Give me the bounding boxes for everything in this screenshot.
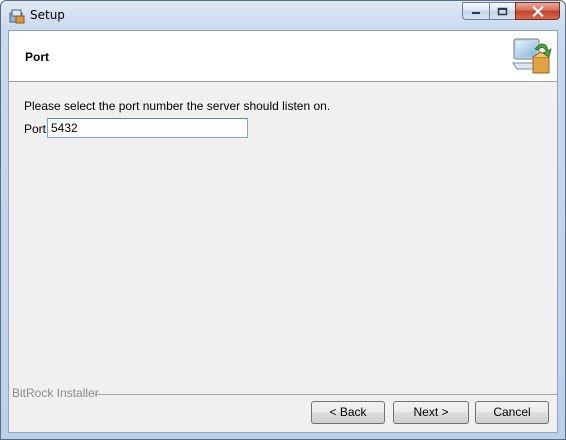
maximize-icon (497, 7, 508, 15)
close-button[interactable] (515, 2, 560, 20)
setup-window: Setup Port Please select the port number… (0, 0, 566, 440)
wizard-header: Port (9, 31, 557, 82)
page-title: Port (25, 50, 49, 64)
wizard-body: Port Please select the port number the s… (8, 30, 558, 433)
minimize-icon (472, 12, 480, 14)
minimize-button[interactable] (462, 2, 489, 20)
back-button[interactable]: < Back (311, 401, 385, 424)
title-bar[interactable]: Setup (1, 1, 565, 30)
instruction-text: Please select the port number the server… (24, 99, 331, 113)
port-label: Port (24, 122, 47, 136)
port-field[interactable] (47, 118, 248, 138)
divider (94, 394, 557, 395)
footer-separator: BitRock Installer (9, 386, 557, 400)
setup-app-icon (9, 8, 25, 24)
maximize-button[interactable] (489, 2, 515, 20)
window-title: Setup (30, 8, 65, 22)
caption-buttons (462, 2, 560, 21)
computer-install-icon (511, 35, 553, 77)
installer-brand: BitRock Installer (12, 386, 101, 400)
cancel-button[interactable]: Cancel (475, 401, 549, 424)
close-icon (531, 5, 544, 17)
next-button[interactable]: Next > (393, 401, 469, 424)
